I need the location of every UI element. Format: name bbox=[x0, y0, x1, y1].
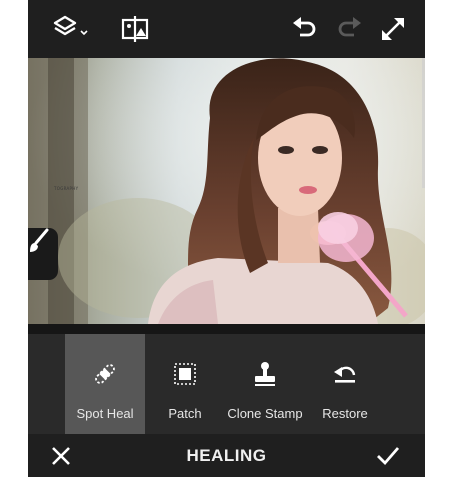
bandage-icon bbox=[95, 364, 115, 384]
patch-icon bbox=[174, 363, 196, 385]
healing-tools-row: Spot Heal Patch Clone Stamp Restore bbox=[28, 334, 425, 434]
layers-icon bbox=[53, 15, 88, 36]
fullscreen-button[interactable] bbox=[378, 12, 408, 46]
tool-label: Restore bbox=[322, 406, 368, 421]
tool-clone-stamp[interactable]: Clone Stamp bbox=[225, 334, 305, 434]
bottom-bar: HEALING bbox=[28, 434, 425, 477]
tool-patch[interactable]: Patch bbox=[145, 334, 225, 434]
canvas-scroll-indicator bbox=[422, 58, 425, 188]
canvas-divider bbox=[28, 324, 425, 334]
top-toolbar bbox=[28, 0, 425, 58]
compare-button[interactable] bbox=[120, 12, 150, 46]
redo-icon bbox=[338, 17, 361, 37]
tool-label: Patch bbox=[168, 406, 202, 421]
redo-button[interactable] bbox=[334, 12, 364, 46]
tool-spot-heal[interactable]: Spot Heal bbox=[65, 334, 145, 434]
restore-icon bbox=[334, 366, 356, 383]
portrait-image bbox=[28, 58, 425, 324]
mode-title: HEALING bbox=[186, 446, 267, 465]
brush-icon bbox=[30, 228, 49, 252]
photo-watermark: TOGRAPHY bbox=[54, 186, 79, 191]
brush-settings-tab[interactable] bbox=[28, 228, 58, 280]
apply-button[interactable] bbox=[375, 443, 401, 469]
undo-button[interactable] bbox=[290, 12, 320, 46]
undo-icon bbox=[293, 17, 316, 37]
tool-label: Clone Stamp bbox=[227, 406, 303, 421]
app-window: TOGRAPHY Spot Heal Patch Clone Stamp Res… bbox=[28, 0, 425, 477]
before-after-icon bbox=[121, 16, 149, 42]
expand-icon bbox=[382, 18, 404, 40]
photo-canvas[interactable]: TOGRAPHY bbox=[28, 58, 425, 324]
layers-button[interactable] bbox=[52, 12, 92, 46]
checkmark-icon bbox=[377, 447, 400, 466]
tool-restore[interactable]: Restore bbox=[305, 334, 385, 434]
stamp-icon bbox=[255, 362, 275, 386]
tool-label: Spot Heal bbox=[76, 406, 134, 421]
